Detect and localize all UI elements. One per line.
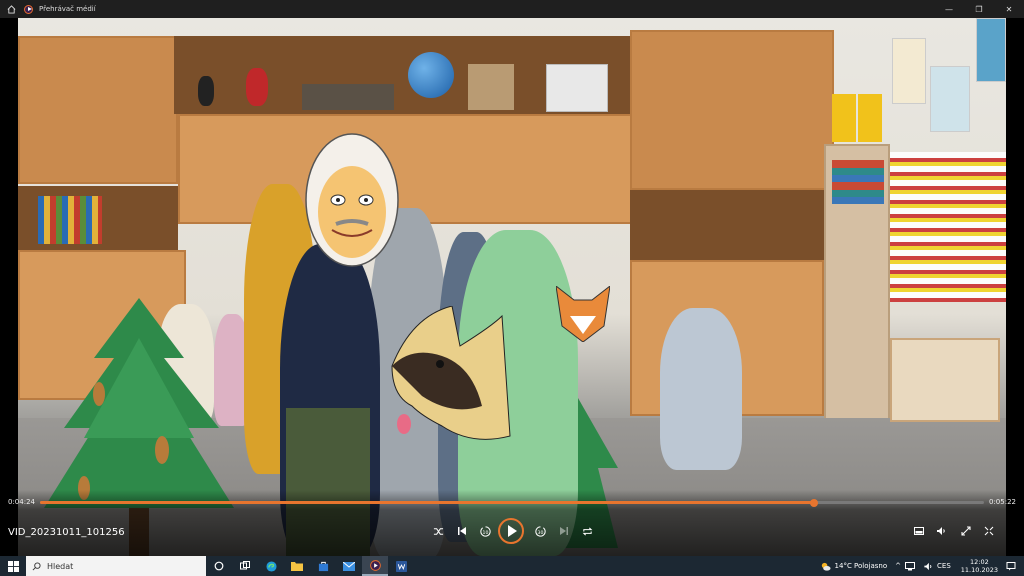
- clock-date: 11.10.2023: [960, 566, 998, 574]
- next-icon: [560, 527, 568, 535]
- miniplayer-button[interactable]: [908, 520, 930, 542]
- cabinet: [18, 36, 178, 184]
- globe: [408, 52, 454, 98]
- home-button[interactable]: [0, 0, 22, 18]
- restore-button[interactable]: ❐: [964, 0, 994, 18]
- dog-mask: [391, 306, 511, 440]
- open-shelf: [630, 190, 836, 260]
- cabinet: [630, 30, 834, 190]
- taskbar-word[interactable]: [388, 556, 414, 576]
- previous-icon: [458, 527, 466, 535]
- start-button[interactable]: [0, 556, 26, 576]
- video-frame[interactable]: [18, 18, 1006, 556]
- total-duration: 0:05:22: [989, 498, 1016, 506]
- child-sitting: [660, 308, 742, 470]
- weather-text[interactable]: 14°C Polojasno: [835, 562, 888, 570]
- fast-forward-icon: 30: [534, 525, 546, 537]
- word-icon: [395, 560, 407, 572]
- toy-house: [546, 64, 608, 112]
- doll-house: [890, 338, 1000, 422]
- volume-tray-icon[interactable]: [923, 562, 933, 571]
- show-hidden-icons-button[interactable]: ^: [895, 562, 901, 570]
- seek-bar[interactable]: [40, 498, 984, 507]
- media-player-app: Přehrávač médií — ❐ ✕ 0:04:24 0:05:22 VI…: [0, 0, 1024, 576]
- miniplayer-icon: [914, 527, 924, 535]
- toy-mouse: [246, 68, 268, 106]
- forward-button[interactable]: 30: [529, 520, 551, 542]
- media-player-icon: [369, 559, 381, 571]
- taskbar-store[interactable]: [310, 556, 336, 576]
- volume-button[interactable]: [930, 520, 952, 542]
- notifications-icon[interactable]: [1006, 561, 1016, 571]
- wall-picture: [930, 66, 970, 132]
- books: [38, 196, 102, 244]
- abacus: [890, 152, 1006, 302]
- player-controls: 0:04:24 0:05:22 VID_20231011_101256 10 3…: [0, 490, 1024, 556]
- game-boxes: [832, 160, 884, 204]
- search-icon: [32, 561, 41, 570]
- previous-button[interactable]: [451, 520, 473, 542]
- taskbar-edge[interactable]: [258, 556, 284, 576]
- fullscreen-icon: [961, 526, 971, 536]
- toy-mole: [198, 76, 214, 106]
- task-view-icon: [239, 561, 250, 570]
- number-blocks: [858, 94, 882, 142]
- grandfather-mask: [305, 133, 399, 267]
- rewind-button[interactable]: 10: [474, 520, 496, 542]
- forward-seconds: 30: [537, 529, 543, 535]
- play-button[interactable]: [498, 518, 524, 544]
- wall-picture: [892, 38, 926, 104]
- windows-logo-icon: [7, 560, 19, 572]
- shuffle-icon: [433, 527, 443, 535]
- fox-mask: [556, 286, 610, 342]
- media-player-logo-icon: [24, 4, 33, 14]
- edge-browser-icon: [265, 560, 277, 572]
- taskbar-file-explorer[interactable]: [284, 556, 310, 576]
- seek-bar-progress: [40, 501, 815, 504]
- window-title: Přehrávač médií: [39, 5, 96, 13]
- repeat-button[interactable]: [576, 520, 598, 542]
- repeat-icon: [582, 526, 592, 536]
- taskbar-media-player[interactable]: [362, 556, 388, 576]
- clock-time: 12:02: [970, 558, 989, 566]
- taskbar-clock[interactable]: 12:02 11.10.2023: [961, 558, 998, 574]
- fullscreen-button[interactable]: [955, 520, 977, 542]
- cortana-icon: [214, 561, 224, 571]
- volume-icon: [937, 527, 945, 535]
- shuffle-button[interactable]: [427, 520, 449, 542]
- box: [468, 64, 514, 110]
- rewind-icon: 10: [479, 525, 491, 537]
- media-filename: VID_20231011_101256: [8, 527, 125, 538]
- home-icon: [7, 4, 15, 14]
- title-bar: Přehrávač médií — ❐ ✕: [0, 0, 1024, 18]
- network-icon[interactable]: [905, 561, 916, 571]
- more-options-button[interactable]: [978, 520, 1000, 542]
- search-placeholder: Hledat: [47, 561, 74, 571]
- minimize-button[interactable]: —: [934, 0, 964, 18]
- store-icon: [318, 561, 328, 571]
- system-tray: 14°C Polojasno ^ CES 12:02 11.10.2023: [820, 556, 1024, 576]
- folder-icon: [291, 562, 303, 571]
- wall-picture: [976, 18, 1006, 82]
- input-language[interactable]: CES: [937, 562, 951, 570]
- more-icon: [984, 526, 994, 536]
- next-button[interactable]: [553, 520, 575, 542]
- weather-icon: [821, 562, 831, 571]
- cortana-button[interactable]: [206, 556, 232, 576]
- rewind-seconds: 10: [482, 529, 488, 535]
- taskbar-search[interactable]: Hledat: [26, 556, 206, 576]
- close-button[interactable]: ✕: [994, 0, 1024, 18]
- taskbar-mail[interactable]: [336, 556, 362, 576]
- suitcase: [302, 84, 394, 110]
- seek-bar-thumb[interactable]: [810, 498, 819, 507]
- elapsed-time: 0:04:24: [8, 498, 35, 506]
- task-view-button[interactable]: [232, 556, 258, 576]
- taskbar: Hledat 14°C Polojasno ^ CES 12:02 11.10.…: [0, 556, 1024, 576]
- mail-icon: [343, 561, 355, 571]
- number-blocks: [832, 94, 856, 142]
